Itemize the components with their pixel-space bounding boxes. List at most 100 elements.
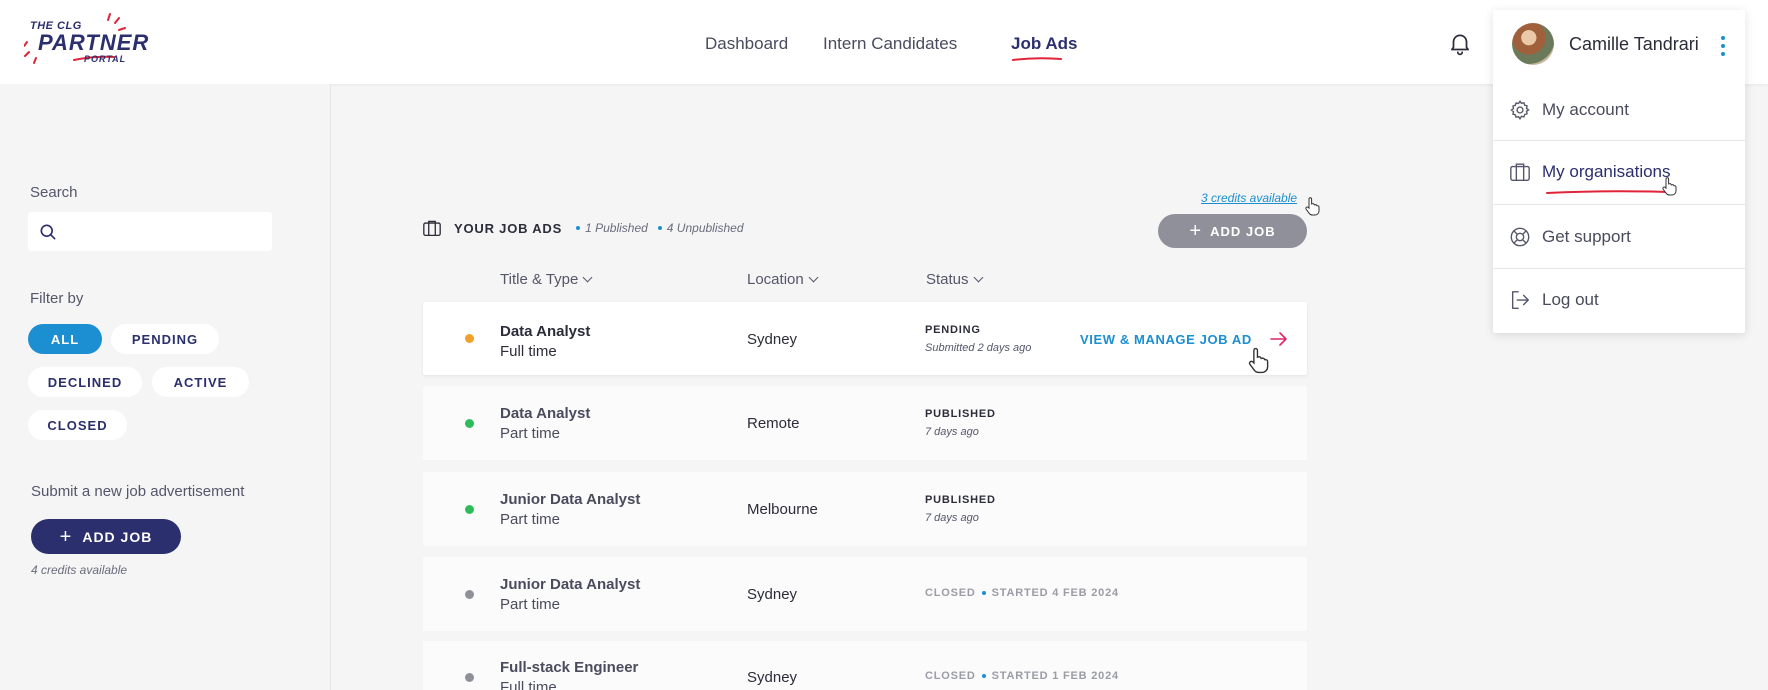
status-dot [465, 334, 474, 343]
status-dot [465, 673, 474, 682]
credits-available-link[interactable]: 3 credits available [1201, 191, 1297, 205]
gear-icon [1510, 100, 1530, 120]
chevron-down-icon [808, 272, 819, 283]
job-type: Full time [500, 343, 557, 360]
nav-intern-candidates[interactable]: Intern Candidates [823, 34, 957, 54]
job-location: Sydney [747, 331, 798, 348]
nav-dashboard[interactable]: Dashboard [705, 34, 788, 54]
filter-all[interactable]: ALL [28, 324, 102, 354]
column-location[interactable]: Location [747, 271, 819, 288]
job-status: PENDING [925, 324, 981, 336]
menu-item-label: My account [1542, 100, 1629, 119]
chevron-down-icon [582, 272, 593, 283]
logo-line-3: PORTAL [84, 54, 127, 64]
nav-job-ads-label: Job Ads [1011, 34, 1078, 53]
unpublished-count-label: 4 Unpublished [666, 221, 744, 235]
active-item-underline [1546, 190, 1670, 194]
filter-active[interactable]: ACTIVE [152, 367, 249, 397]
job-status: CLOSED [925, 670, 976, 682]
job-location: Sydney [747, 586, 798, 603]
job-type: Part time [500, 511, 561, 528]
search-label: Search [30, 184, 78, 201]
search-box[interactable] [28, 212, 272, 251]
menu-item-label: Log out [1542, 290, 1599, 309]
job-status: CLOSED [925, 587, 976, 599]
logo-line-2: PARTNER [38, 30, 150, 55]
nav-job-ads[interactable]: Job Ads [1011, 34, 1078, 61]
job-status: PUBLISHED [925, 408, 996, 420]
job-title: Junior Data Analyst [500, 491, 641, 508]
job-type: Full time [500, 679, 557, 690]
job-type: Part time [500, 425, 561, 442]
job-ads-title: YOUR JOB ADS [454, 220, 563, 236]
table-row[interactable]: Full-stack Engineer Full time Sydney CLO… [423, 641, 1307, 690]
column-title-type-label: Title & Type [500, 271, 579, 288]
column-status[interactable]: Status [926, 271, 983, 288]
add-job-button[interactable]: + ADD JOB [1158, 214, 1307, 248]
hand-cursor-icon [1248, 347, 1269, 374]
published-count: 1 Published [576, 221, 648, 235]
kebab-menu-icon[interactable] [1721, 36, 1725, 56]
job-location: Melbourne [747, 501, 818, 518]
job-status-detail: 7 days ago [925, 512, 979, 524]
separator-dot [981, 591, 986, 595]
user-menu-dropdown: Camille Tandrari My account My organisat… [1493, 10, 1745, 333]
lifebuoy-icon [1510, 227, 1530, 247]
briefcase-icon [1510, 163, 1530, 181]
column-location-label: Location [747, 271, 804, 288]
job-title: Junior Data Analyst [500, 576, 641, 593]
filter-declined[interactable]: DECLINED [28, 367, 142, 397]
search-input[interactable] [70, 218, 260, 244]
table-row[interactable]: Data Analyst Full time Sydney PENDING Su… [423, 302, 1307, 375]
add-job-label: ADD JOB [1210, 223, 1276, 239]
view-manage-job-ad-link[interactable]: VIEW & MANAGE JOB AD [1080, 332, 1252, 347]
filter-closed[interactable]: CLOSED [28, 410, 127, 440]
menu-item-log-out[interactable]: Log out [1493, 269, 1745, 331]
filter-pending[interactable]: PENDING [111, 324, 219, 354]
filter-label: Filter by [30, 290, 84, 307]
job-location: Remote [747, 415, 800, 432]
partner-portal-logo[interactable]: THE CLG PARTNER PORTAL [24, 12, 148, 74]
published-dot [576, 226, 581, 230]
job-status-closed: CLOSED STARTED 1 FEB 2024 [925, 670, 1119, 682]
hand-cursor-icon [1662, 177, 1677, 196]
avatar[interactable] [1512, 23, 1554, 65]
table-row[interactable]: Junior Data Analyst Part time Melbourne … [423, 472, 1307, 546]
bell-icon[interactable] [1447, 30, 1473, 56]
sidebar-add-job-label: ADD JOB [82, 528, 153, 545]
menu-item-get-support[interactable]: Get support [1493, 206, 1745, 268]
menu-divider [1493, 204, 1745, 205]
job-title: Data Analyst [500, 405, 591, 422]
table-row[interactable]: Data Analyst Part time Remote PUBLISHED … [423, 386, 1307, 460]
chevron-down-icon [973, 272, 983, 283]
user-name[interactable]: Camille Tandrari [1569, 34, 1699, 55]
unpublished-dot [657, 226, 662, 230]
published-count-label: 1 Published [585, 221, 648, 235]
job-status-detail: STARTED 1 FEB 2024 [991, 670, 1119, 682]
table-row[interactable]: Junior Data Analyst Part time Sydney CLO… [423, 557, 1307, 631]
column-title-type[interactable]: Title & Type [500, 271, 593, 288]
active-nav-underline [1012, 57, 1062, 61]
menu-item-my-account[interactable]: My account [1493, 79, 1745, 141]
job-status-detail: 7 days ago [925, 426, 979, 438]
briefcase-icon [423, 220, 441, 237]
separator-dot [981, 674, 986, 678]
job-location: Sydney [747, 669, 798, 686]
sidebar-credits: 4 credits available [31, 563, 128, 577]
status-dot [465, 590, 474, 599]
menu-item-label: My organisations [1542, 162, 1671, 181]
job-status-closed: CLOSED STARTED 4 FEB 2024 [925, 587, 1119, 599]
menu-item-my-organisations[interactable]: My organisations [1493, 141, 1745, 203]
sidebar-add-job-button[interactable]: + ADD JOB [31, 519, 181, 554]
job-title: Data Analyst [500, 323, 591, 340]
arrow-right-icon[interactable] [1270, 331, 1288, 347]
job-title: Full-stack Engineer [500, 659, 639, 676]
status-dot [465, 419, 474, 428]
job-status-detail: STARTED 4 FEB 2024 [991, 587, 1119, 599]
hand-cursor-icon [1305, 197, 1320, 216]
menu-item-label: Get support [1542, 227, 1631, 246]
submit-job-label: Submit a new job advertisement [31, 483, 245, 500]
job-ads-header: YOUR JOB ADS 1 Published 4 Unpublished [422, 219, 744, 237]
job-status: PUBLISHED [925, 494, 996, 506]
job-type: Part time [500, 596, 561, 613]
